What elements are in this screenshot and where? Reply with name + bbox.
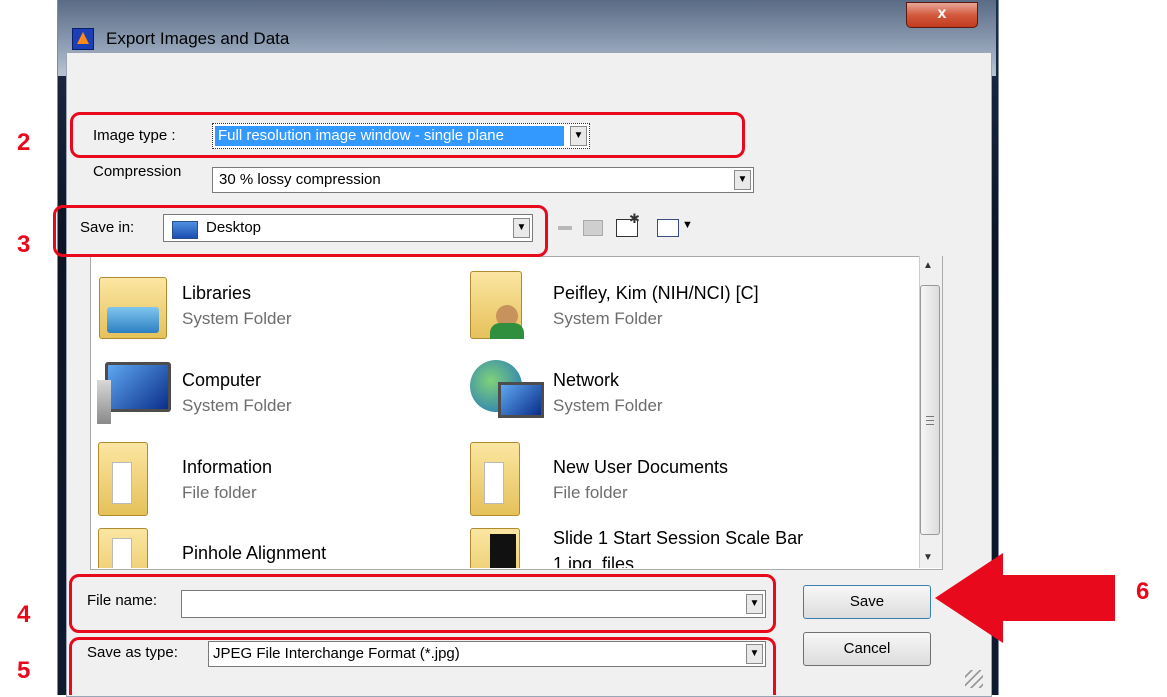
user-folder-icon[interactable]	[466, 267, 546, 347]
folder-icon[interactable]	[98, 528, 158, 568]
list-item-type: System Folder	[553, 309, 663, 328]
callout-box-file-name	[69, 574, 776, 633]
list-item-name[interactable]: New User Documents	[553, 457, 728, 478]
save-button[interactable]: Save	[803, 585, 931, 619]
folder-icon[interactable]	[470, 442, 530, 518]
callout-number-2: 2	[17, 129, 31, 156]
callout-arrow-icon	[935, 553, 1115, 643]
back-icon[interactable]	[558, 226, 572, 230]
list-item-type: System Folder	[182, 396, 292, 415]
cancel-button[interactable]: Cancel	[803, 632, 931, 666]
new-folder-icon[interactable]: ✱	[616, 211, 640, 237]
resize-grip[interactable]	[965, 670, 983, 688]
list-item-name[interactable]: Peifley, Kim (NIH/NCI) [C]	[553, 283, 759, 304]
compression-label: Compression	[93, 163, 182, 180]
chevron-down-icon[interactable]: ▼	[734, 170, 751, 190]
callout-box-save-as-type	[69, 637, 776, 695]
folder-icon[interactable]	[98, 442, 158, 518]
list-item-type: System Folder	[553, 396, 663, 415]
callout-number-5: 5	[17, 657, 31, 684]
list-item-name[interactable]: Network	[553, 370, 619, 391]
list-item-name-continued: 1.jpg_files	[553, 554, 635, 568]
network-icon[interactable]	[466, 356, 546, 426]
callout-number-6: 6	[1136, 578, 1150, 605]
app-icon	[72, 28, 94, 50]
scrollbar-thumb[interactable]	[920, 285, 940, 535]
list-item-name[interactable]: Slide 1 Start Session Scale Bar	[553, 528, 803, 549]
list-item-name[interactable]: Information	[182, 457, 272, 478]
list-item-type: File folder	[182, 483, 257, 502]
folder-icon[interactable]	[470, 528, 530, 568]
computer-icon[interactable]	[95, 358, 175, 428]
up-folder-icon[interactable]	[583, 220, 603, 236]
list-item-name[interactable]: Pinhole Alignment	[182, 543, 326, 564]
list-item-name[interactable]: Computer	[182, 370, 261, 391]
callout-number-3: 3	[17, 231, 31, 258]
scroll-up-icon[interactable]: ▲	[923, 260, 933, 271]
list-item-type: File folder	[553, 483, 628, 502]
callout-number-4: 4	[17, 601, 31, 628]
compression-select[interactable]: 30 % lossy compression ▼	[212, 167, 754, 193]
callout-box-image-type	[70, 112, 745, 158]
scroll-down-icon[interactable]: ▼	[923, 552, 933, 563]
list-item-type: System Folder	[182, 309, 292, 328]
list-item-name[interactable]: Libraries	[182, 283, 251, 304]
callout-box-save-in	[53, 205, 548, 257]
compression-value: 30 % lossy compression	[219, 171, 381, 188]
window-title: Export Images and Data	[106, 29, 290, 48]
libraries-icon[interactable]	[95, 267, 175, 347]
close-button[interactable]: x	[906, 2, 978, 28]
view-menu-icon[interactable]: ▼	[657, 219, 693, 237]
